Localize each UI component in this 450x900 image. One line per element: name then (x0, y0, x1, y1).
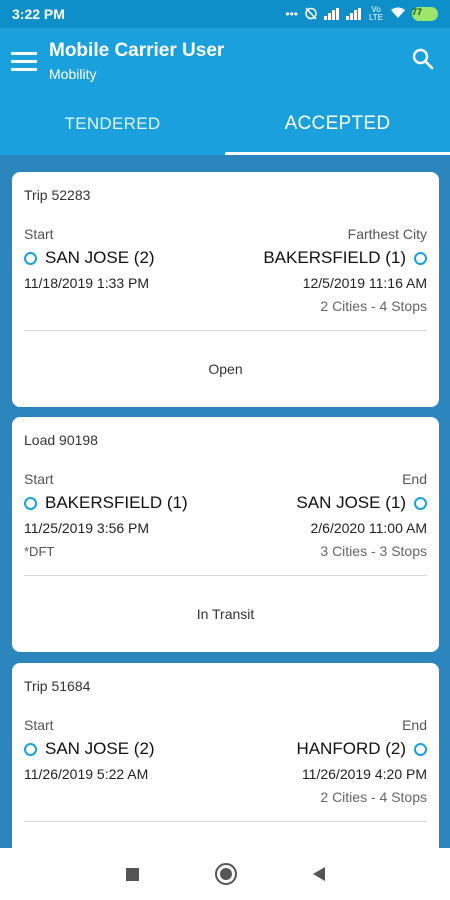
ring-icon (414, 742, 427, 756)
start-label: Start (24, 717, 54, 733)
status-time: 3:22 PM (12, 6, 65, 22)
end-date: 2/6/2020 11:00 AM (310, 520, 428, 536)
start-label: Start (24, 471, 54, 487)
ring-icon (24, 742, 37, 756)
wifi-icon (390, 7, 406, 22)
signal-icon (324, 8, 340, 20)
start-city: BAKERSFIELD (1) (24, 493, 188, 513)
end-city: BAKERSFIELD (1) (263, 248, 427, 268)
circle-icon[interactable] (214, 863, 237, 885)
tab-bar: TENDERED ACCEPTED (0, 94, 450, 155)
battery-level: 77 (412, 7, 423, 17)
end-label: End (402, 717, 427, 733)
start-date: 11/25/2019 3:56 PM (24, 520, 150, 536)
stops-summary: 3 Cities - 3 Stops (320, 543, 427, 559)
dots-icon: ••• (285, 7, 298, 21)
card-id: Load 90198 (24, 432, 98, 448)
signal-icon-2 (346, 8, 362, 20)
start-date: 11/26/2019 5:22 AM (24, 766, 149, 782)
end-city: HANFORD (2) (296, 739, 427, 759)
start-city: SAN JOSE (2) (24, 739, 155, 759)
card-divider (24, 575, 427, 576)
square-icon[interactable] (125, 867, 139, 881)
tab-accepted[interactable]: ACCEPTED (225, 94, 450, 155)
app-bar-titles: Mobile Carrier User Mobility (49, 40, 224, 83)
app-title: Mobile Carrier User (49, 39, 225, 61)
tab-tendered[interactable]: TENDERED (0, 94, 225, 155)
end-city-name: HANFORD (2) (296, 739, 406, 758)
end-city-name: BAKERSFIELD (1) (263, 248, 406, 267)
triangle-back-icon[interactable] (312, 867, 325, 881)
end-date: 11/26/2019 4:20 PM (301, 766, 427, 782)
app-subtitle: Mobility (49, 65, 97, 82)
ring-icon (414, 496, 427, 510)
start-city: SAN JOSE (2) (24, 248, 155, 268)
end-city-name: SAN JOSE (1) (296, 493, 406, 512)
card-id: Trip 51684 (24, 678, 91, 694)
end-label: End (402, 471, 427, 487)
battery-icon: 77 (412, 7, 438, 21)
status-bar: 3:22 PM ••• Vo LTE 77 (0, 0, 450, 28)
end-date: 12/5/2019 11:16 AM (302, 275, 427, 291)
card-divider (24, 330, 427, 331)
volte-label: Vo LTE (368, 5, 384, 22)
start-city-name: SAN JOSE (2) (45, 248, 155, 267)
card-divider (24, 821, 427, 822)
card-id: Trip 52283 (24, 187, 91, 203)
status-icons: ••• Vo LTE 77 (285, 6, 438, 23)
ring-icon (414, 251, 427, 265)
end-city: SAN JOSE (1) (296, 493, 427, 513)
end-label: Farthest City (347, 226, 427, 242)
card-status: In Transit (196, 606, 255, 622)
app-bar: Mobile Carrier User Mobility (0, 28, 450, 94)
start-date: 11/18/2019 1:33 PM (24, 275, 150, 291)
start-label: Start (24, 226, 54, 242)
shipment-card[interactable]: Trip 51684 Start End SAN JOSE (2) HANFOR… (12, 663, 439, 848)
shipment-list[interactable]: Trip 52283 Start Farthest City SAN JOSE … (0, 155, 450, 848)
card-status: Open (208, 361, 243, 377)
ring-icon (24, 251, 37, 265)
hamburger-icon[interactable] (1, 38, 47, 84)
start-city-name: BAKERSFIELD (1) (45, 493, 188, 512)
shipment-card[interactable]: Load 90198 Start End BAKERSFIELD (1) SAN… (12, 417, 439, 652)
stops-summary: 2 Cities - 4 Stops (320, 298, 427, 314)
ring-icon (24, 496, 37, 510)
system-nav-bar (0, 848, 450, 900)
card-note: *DFT (24, 544, 55, 559)
alarm-off-icon (304, 6, 318, 23)
start-city-name: SAN JOSE (2) (45, 739, 155, 758)
stops-summary: 2 Cities - 4 Stops (320, 789, 427, 805)
search-icon[interactable] (410, 46, 436, 72)
shipment-card[interactable]: Trip 52283 Start Farthest City SAN JOSE … (12, 172, 439, 407)
